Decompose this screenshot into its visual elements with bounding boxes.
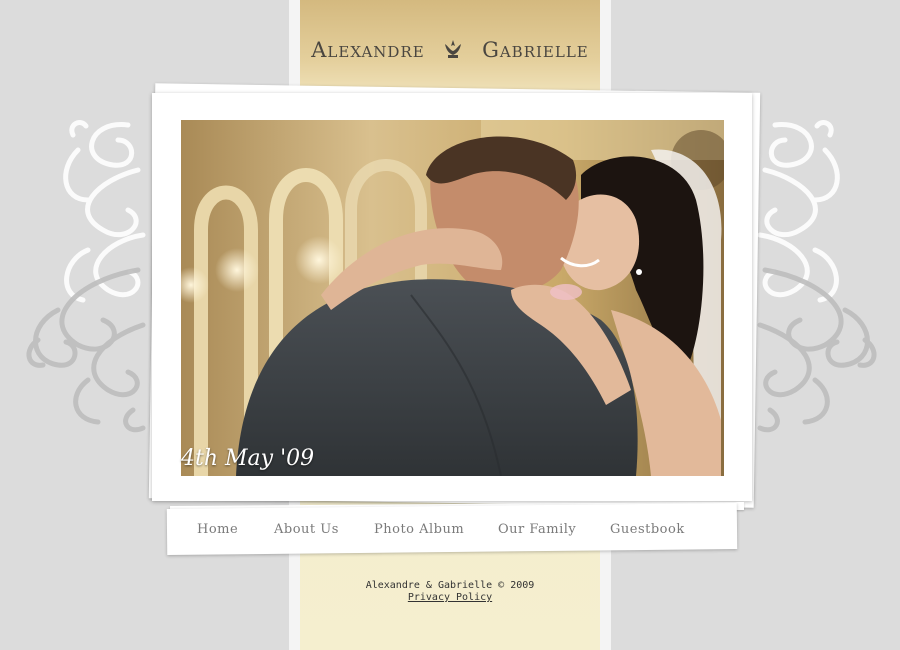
site-title-left-name: Alexandre: [311, 38, 425, 62]
hero-photo: [181, 120, 724, 476]
nav-item-home[interactable]: Home: [197, 522, 238, 537]
scroll-ornament-left: [26, 120, 146, 433]
nav-item-about-us[interactable]: About Us: [274, 522, 339, 537]
wedding-couple-image: [181, 120, 724, 476]
page: Alexandre Gabrielle 4th May '09 Home Abo…: [0, 0, 900, 650]
hero-date-caption: 4th May '09: [181, 446, 315, 471]
footer-copyright: Alexandre & Gabrielle © 2009: [365, 580, 535, 591]
nav-item-photo-album[interactable]: Photo Album: [374, 522, 464, 537]
scroll-ornament-right: [757, 120, 877, 433]
crown-icon: [445, 40, 462, 58]
nav-item-guestbook[interactable]: Guestbook: [610, 522, 685, 537]
site-title: Alexandre Gabrielle: [300, 38, 600, 62]
privacy-policy-link[interactable]: Privacy Policy: [300, 592, 600, 603]
nav-item-our-family[interactable]: Our Family: [498, 522, 576, 537]
site-title-right-name: Gabrielle: [482, 38, 589, 62]
